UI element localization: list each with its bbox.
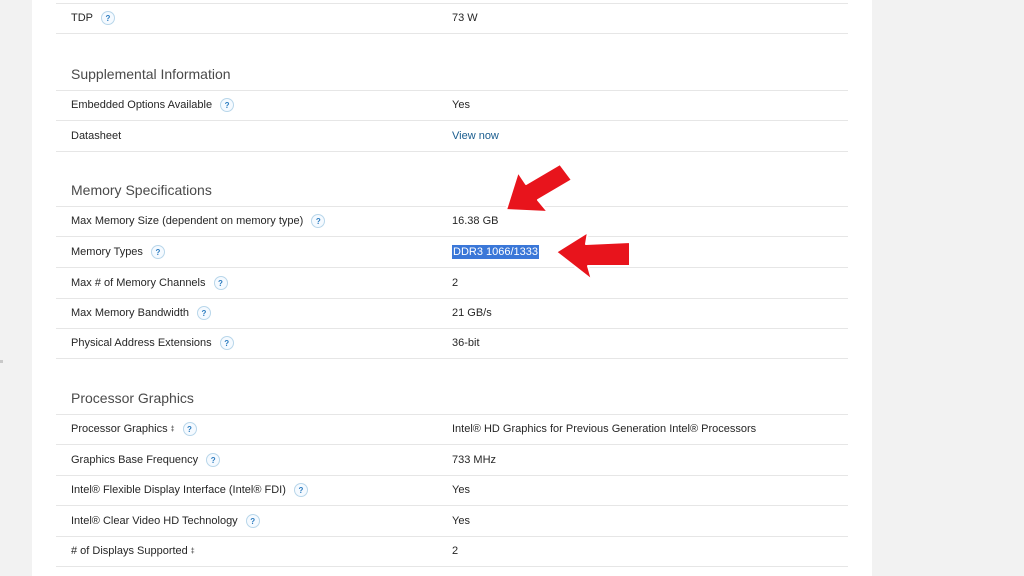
help-icon[interactable]: ?: [293, 483, 308, 497]
help-icon[interactable]: ?: [245, 514, 260, 528]
section-title: Processor Graphics: [71, 390, 194, 406]
section-header-graphics: Processor Graphics: [56, 382, 848, 415]
spec-label: Datasheet: [71, 130, 122, 142]
spec-value: 733 MHz: [452, 454, 497, 466]
section-header-memory: Memory Specifications: [56, 174, 848, 207]
spec-label: Max Memory Bandwidth: [71, 307, 189, 319]
section-header-supplemental: Supplemental Information: [56, 58, 848, 91]
help-icon[interactable]: ?: [206, 453, 221, 467]
spec-card: TDP ? 73 W Supplemental Information Embe…: [32, 0, 872, 576]
spec-label: Graphics Base Frequency: [71, 454, 199, 466]
spec-row-max-memory-size: Max Memory Size (dependent on memory typ…: [56, 206, 848, 237]
spec-row-graphics-base-frequency: Graphics Base Frequency ? 733 MHz: [56, 445, 848, 476]
spec-row-clear-video: Intel® Clear Video HD Technology ? Yes: [56, 506, 848, 537]
arrow-shape: [555, 231, 631, 281]
spec-row-datasheet: Datasheet View now: [56, 121, 848, 152]
spec-row-memory-types: Memory Types ? DDR3 1066/1333: [56, 237, 848, 268]
selected-text-value[interactable]: DDR3 1066/1333: [452, 245, 540, 259]
spec-row-physical-address: Physical Address Extensions ? 36-bit: [56, 328, 848, 359]
spec-row-memory-channels: Max # of Memory Channels ? 2: [56, 268, 848, 299]
spec-row-displays-supported: # of Displays Supported ‡ 2: [56, 536, 848, 567]
page-edge-mark: [0, 360, 3, 363]
spec-label: Max # of Memory Channels: [71, 277, 206, 289]
spec-row-processor-graphics: Processor Graphics ‡ ? Intel® HD Graphic…: [56, 414, 848, 445]
spec-row-tdp: TDP ? 73 W: [56, 3, 848, 34]
spec-row-fdi: Intel® Flexible Display Interface (Intel…: [56, 475, 848, 506]
help-icon[interactable]: ?: [101, 11, 115, 25]
red-arrow-icon-max-memory: [505, 163, 573, 213]
spec-value: 73 W: [452, 12, 478, 24]
spec-value: 2: [452, 277, 459, 289]
dagger-mark: ‡: [170, 425, 175, 433]
spec-label: Intel® Clear Video HD Technology: [71, 515, 238, 527]
spec-value: 36-bit: [452, 337, 480, 349]
spec-value: 2: [452, 545, 459, 557]
datasheet-link[interactable]: View now: [452, 130, 499, 142]
spec-label: Processor Graphics: [71, 423, 168, 435]
arrow-shape: [505, 163, 573, 213]
spec-value: Yes: [452, 515, 470, 527]
dagger-mark: ‡: [190, 547, 195, 555]
help-icon[interactable]: ?: [219, 336, 234, 350]
spec-label: Intel® Flexible Display Interface (Intel…: [71, 484, 286, 496]
spec-label: # of Displays Supported: [71, 545, 188, 557]
section-title: Supplemental Information: [71, 66, 231, 82]
help-icon[interactable]: ?: [220, 98, 235, 112]
spec-row-memory-bandwidth: Max Memory Bandwidth ? 21 GB/s: [56, 298, 848, 329]
spec-row-embedded-options: Embedded Options Available ? Yes: [56, 90, 848, 121]
spec-label: Physical Address Extensions: [71, 337, 212, 349]
help-icon[interactable]: ?: [197, 306, 211, 320]
spec-label: Memory Types: [71, 246, 143, 258]
help-icon[interactable]: ?: [150, 245, 165, 259]
help-icon[interactable]: ?: [213, 276, 228, 290]
spec-value: 16.38 GB: [452, 215, 499, 227]
help-icon[interactable]: ?: [182, 422, 197, 436]
spec-label: Max Memory Size (dependent on memory typ…: [71, 215, 304, 227]
spec-label: Embedded Options Available: [71, 99, 213, 111]
section-title: Memory Specifications: [71, 182, 212, 198]
spec-label: TDP: [71, 12, 93, 24]
spec-value: Intel® HD Graphics for Previous Generati…: [452, 423, 757, 435]
spec-value: Yes: [452, 484, 470, 496]
red-arrow-icon-memory-types: [555, 231, 631, 281]
spec-value: 21 GB/s: [452, 307, 492, 319]
spec-value: Yes: [452, 99, 470, 111]
help-icon[interactable]: ?: [311, 214, 326, 228]
